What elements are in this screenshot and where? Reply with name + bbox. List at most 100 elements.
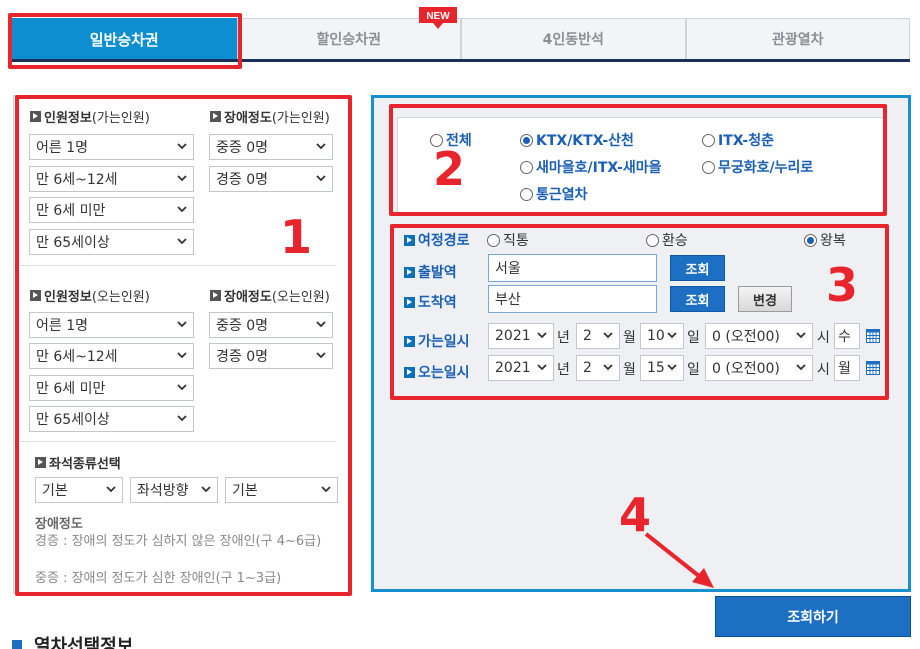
annotation-number-3: 3 — [826, 258, 859, 312]
bullet-icon — [30, 111, 41, 122]
go-day-select[interactable]: 10 — [640, 323, 684, 349]
tab-tourist-train[interactable]: 관광열차 — [685, 18, 910, 59]
chevron-down-icon — [316, 175, 326, 182]
tab-four-person-seat[interactable]: 4인동반석 — [461, 18, 686, 59]
calendar-icon[interactable] — [866, 329, 880, 343]
new-badge-text: NEW — [426, 11, 450, 22]
bullet-icon — [30, 290, 41, 301]
arrival-input[interactable]: 부산 — [488, 285, 657, 313]
radio-icon — [702, 133, 715, 147]
bullet-icon — [210, 111, 221, 122]
radio-train-ktx[interactable]: KTX/KTX-산천 — [520, 130, 634, 150]
arrival-lookup-button[interactable]: 조회 — [670, 286, 725, 312]
chevron-down-icon — [177, 415, 187, 422]
go-hour-select[interactable]: 0 (오전00) — [705, 323, 813, 349]
chevron-down-icon — [796, 332, 806, 339]
return-day-select[interactable]: 15 — [640, 355, 684, 381]
passengers-go-title: 인원정보 (가는인원) — [30, 107, 150, 126]
chevron-down-icon — [667, 364, 677, 371]
chevron-down-icon — [537, 332, 547, 339]
return-date-label: 오는일시 — [404, 362, 470, 382]
infant-go-select[interactable]: 만 6세 미만 — [29, 197, 194, 223]
bullet-icon — [404, 234, 415, 246]
year-unit: 년 — [557, 362, 570, 378]
severe-go-select[interactable]: 중증 0명 — [209, 134, 333, 160]
chevron-down-icon — [537, 364, 547, 371]
mild-go-select[interactable]: 경증 0명 — [209, 166, 333, 192]
chevron-down-icon — [316, 321, 326, 328]
adult-go-select[interactable]: 어른 1명 — [29, 134, 194, 160]
radio-train-mugunghwa[interactable]: 무궁화호/누리로 — [702, 157, 813, 177]
senior-return-select[interactable]: 만 65세이상 — [29, 406, 194, 432]
year-unit: 년 — [557, 330, 570, 346]
bullet-icon — [404, 366, 415, 378]
chevron-down-icon — [603, 364, 613, 371]
radio-route-direct[interactable]: 직통 — [487, 230, 529, 250]
swap-stations-button[interactable]: 변경 — [738, 286, 792, 312]
radio-route-roundtrip[interactable]: 왕복 — [804, 230, 846, 250]
chevron-down-icon — [667, 332, 677, 339]
child-return-select[interactable]: 만 6세~12세 — [29, 343, 194, 369]
go-weekday: 수 — [834, 323, 860, 349]
radio-icon — [702, 160, 715, 174]
search-trains-button[interactable]: 조회하기 — [715, 596, 911, 637]
tab-general-ticket[interactable]: 일반승차권 — [12, 18, 237, 59]
disability-note-mild: 경증 : 장애의 정도가 심하지 않은 장애인(구 4~6급) — [35, 534, 322, 549]
chevron-down-icon — [177, 352, 187, 359]
day-unit: 일 — [687, 362, 700, 378]
return-month-select[interactable]: 2 — [576, 355, 620, 381]
return-year-select[interactable]: 2021 — [488, 355, 554, 381]
chevron-down-icon — [316, 143, 326, 150]
radio-train-saemaeul[interactable]: 새마을호/ITX-새마을 — [520, 157, 662, 177]
chevron-down-icon — [177, 175, 187, 182]
divider — [14, 441, 336, 442]
chevron-down-icon — [177, 238, 187, 245]
month-unit: 월 — [623, 362, 636, 378]
infant-return-select[interactable]: 만 6세 미만 — [29, 375, 194, 401]
departure-lookup-button[interactable]: 조회 — [670, 255, 725, 281]
radio-train-commuter[interactable]: 통근열차 — [520, 184, 588, 204]
chevron-down-icon — [321, 486, 331, 493]
hour-unit: 시 — [817, 362, 830, 378]
mild-return-select[interactable]: 경증 0명 — [209, 343, 333, 369]
return-hour-select[interactable]: 0 (오전00) — [705, 355, 813, 381]
chevron-down-icon — [603, 332, 613, 339]
calendar-icon[interactable] — [866, 361, 880, 375]
go-year-select[interactable]: 2021 — [488, 323, 554, 349]
tab-discount-ticket[interactable]: 할인승차권 NEW — [236, 7, 461, 59]
seat-position-select[interactable]: 기본 — [225, 477, 338, 503]
radio-train-itx-cheongchun[interactable]: ITX-청춘 — [702, 130, 774, 150]
annotation-number-1: 1 — [280, 210, 313, 264]
day-unit: 일 — [687, 330, 700, 346]
chevron-down-icon — [177, 206, 187, 213]
chevron-down-icon — [201, 486, 211, 493]
radio-icon — [520, 187, 533, 201]
route-label: 여정경로 — [404, 230, 470, 250]
senior-go-select[interactable]: 만 65세이상 — [29, 229, 194, 255]
arrow-icon — [644, 532, 714, 588]
disability-note-title: 장애정도 — [35, 517, 83, 532]
radio-checked-icon — [804, 233, 817, 247]
departure-input[interactable]: 서울 — [488, 254, 657, 282]
passengers-return-title: 인원정보 (오는인원) — [30, 286, 150, 305]
chevron-down-icon — [796, 364, 806, 371]
radio-icon — [646, 233, 659, 247]
ticket-tabs: 일반승차권 할인승차권 NEW 4인동반석 관광열차 — [12, 7, 910, 62]
go-month-select[interactable]: 2 — [576, 323, 620, 349]
child-go-select[interactable]: 만 6세~12세 — [29, 166, 194, 192]
seat-class-select[interactable]: 기본 — [35, 477, 123, 503]
return-weekday: 월 — [834, 355, 860, 381]
chevron-down-icon — [177, 321, 187, 328]
chevron-down-icon — [106, 486, 116, 493]
seat-type-title: 좌석종류선택 — [35, 453, 121, 472]
bullet-icon — [404, 296, 415, 308]
seat-direction-select[interactable]: 좌석방향 — [130, 477, 218, 503]
radio-route-transfer[interactable]: 환승 — [646, 230, 688, 250]
radio-icon — [487, 233, 500, 247]
chevron-down-icon — [316, 352, 326, 359]
disability-go-title: 장애정도 (가는인원) — [210, 107, 330, 126]
chevron-down-icon — [177, 143, 187, 150]
severe-return-select[interactable]: 중증 0명 — [209, 312, 333, 338]
adult-return-select[interactable]: 어른 1명 — [29, 312, 194, 338]
arrival-label: 도착역 — [404, 292, 457, 312]
